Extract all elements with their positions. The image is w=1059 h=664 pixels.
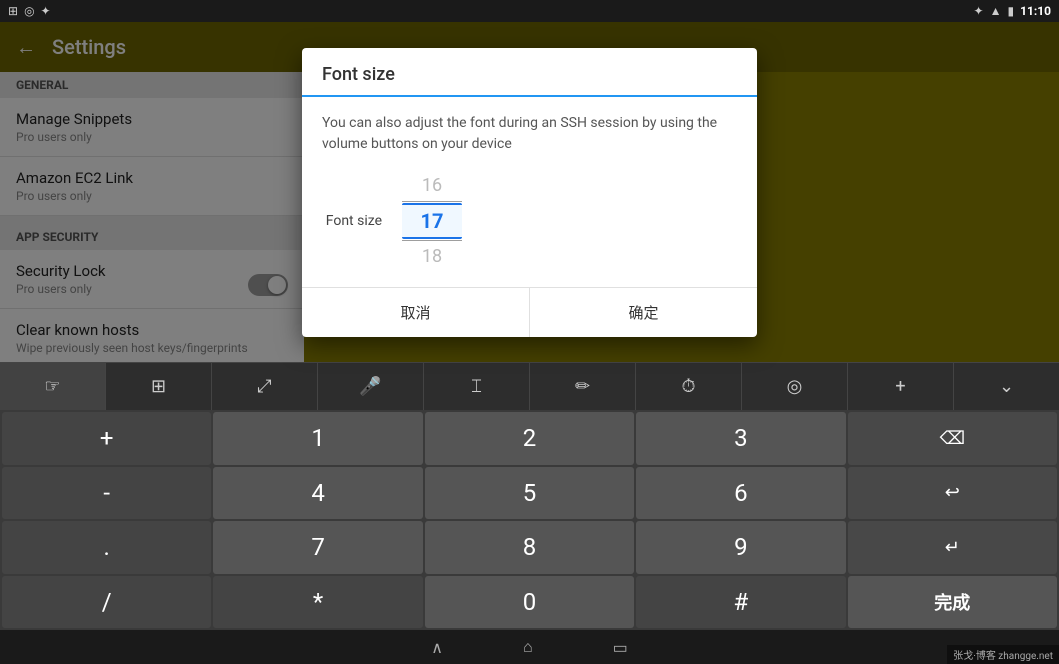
- key-dot[interactable]: .: [2, 521, 211, 574]
- dialog-overlay: Font size You can also adjust the font d…: [0, 22, 1059, 362]
- nav-home-icon[interactable]: ⌂: [523, 637, 533, 657]
- key-8[interactable]: 8: [425, 521, 634, 574]
- nav-chevron-up-icon[interactable]: ∧: [431, 638, 443, 657]
- dialog-body: You can also adjust the font during an S…: [302, 97, 757, 287]
- battery-icon: ▮: [1007, 4, 1014, 18]
- key-minus[interactable]: -: [2, 467, 211, 520]
- toolbar-resize-icon[interactable]: ⤢: [212, 363, 318, 410]
- dialog-header: Font size: [302, 48, 757, 97]
- toolbar-cursor-icon[interactable]: ⌶: [424, 363, 530, 410]
- confirm-button[interactable]: 确定: [530, 288, 757, 337]
- wifi-icon: ▲: [990, 4, 1002, 18]
- key-enter[interactable]: ↵: [848, 521, 1057, 574]
- key-hash[interactable]: #: [636, 576, 845, 629]
- picker-divider-top: [402, 201, 462, 202]
- numeric-keyboard: + 1 2 3 ⌫ - 4 5 6 ↩ . 7 8 9 ↵ / * 0 # 完成: [0, 410, 1059, 630]
- picker-value-current: 17: [402, 203, 462, 239]
- key-return[interactable]: ↩: [848, 467, 1057, 520]
- dialog-title: Font size: [322, 64, 737, 85]
- key-7[interactable]: 7: [213, 521, 422, 574]
- settings-background: ← Settings GENERAL Manage Snippets Pro u…: [0, 22, 1059, 362]
- status-bar-left: ⊞ ◎ ✦: [8, 4, 968, 18]
- status-time: 11:10: [1020, 4, 1051, 18]
- key-backspace[interactable]: ⌫: [848, 412, 1057, 465]
- key-4[interactable]: 4: [213, 467, 422, 520]
- picker-value-above: 16: [402, 171, 462, 200]
- key-1[interactable]: 1: [213, 412, 422, 465]
- toolbar-hand-icon[interactable]: ☞: [0, 363, 106, 410]
- dialog-description: You can also adjust the font during an S…: [322, 113, 737, 155]
- picker-divider-bottom: [402, 240, 462, 241]
- key-asterisk[interactable]: *: [213, 576, 422, 629]
- key-2[interactable]: 2: [425, 412, 634, 465]
- font-size-label: Font size: [322, 213, 382, 229]
- font-size-dialog: Font size You can also adjust the font d…: [302, 48, 757, 337]
- app-icon-2: ◎: [24, 4, 34, 18]
- bluetooth-icon: ✦: [974, 4, 984, 18]
- dialog-actions: 取消 确定: [302, 287, 757, 337]
- key-slash[interactable]: /: [2, 576, 211, 629]
- font-size-picker: Font size 16 17 18: [322, 171, 737, 271]
- toolbar-eraser-icon[interactable]: ✏: [530, 363, 636, 410]
- toolbar-mic-icon[interactable]: 🎤: [318, 363, 424, 410]
- app-icon-1: ⊞: [8, 4, 18, 18]
- key-0[interactable]: 0: [425, 576, 634, 629]
- bottom-nav: ∧ ⌂ ▭ 张戈·博客 zhanggе.net: [0, 630, 1059, 664]
- key-plus[interactable]: +: [2, 412, 211, 465]
- nav-recent-icon[interactable]: ▭: [613, 638, 628, 657]
- toolbar-grid-icon[interactable]: ⊞: [106, 363, 212, 410]
- number-picker[interactable]: 16 17 18: [402, 171, 462, 271]
- cancel-button[interactable]: 取消: [302, 288, 530, 337]
- toolbar-weibo-icon[interactable]: ◎: [742, 363, 848, 410]
- app-icon-3: ✦: [41, 4, 51, 18]
- keyboard-toolbar: ☞ ⊞ ⤢ 🎤 ⌶ ✏ ⏱ ◎ + ⌄: [0, 362, 1059, 410]
- status-bar: ⊞ ◎ ✦ ✦ ▲ ▮ 11:10: [0, 0, 1059, 22]
- toolbar-chevron-down-icon[interactable]: ⌄: [954, 363, 1059, 410]
- key-6[interactable]: 6: [636, 467, 845, 520]
- toolbar-plus-icon[interactable]: +: [848, 363, 954, 410]
- watermark: 张戈·博客 zhanggе.net: [947, 645, 1059, 664]
- key-3[interactable]: 3: [636, 412, 845, 465]
- picker-value-below: 18: [402, 242, 462, 271]
- toolbar-clock-icon[interactable]: ⏱: [636, 363, 742, 410]
- key-5[interactable]: 5: [425, 467, 634, 520]
- key-9[interactable]: 9: [636, 521, 845, 574]
- key-done[interactable]: 完成: [848, 576, 1057, 629]
